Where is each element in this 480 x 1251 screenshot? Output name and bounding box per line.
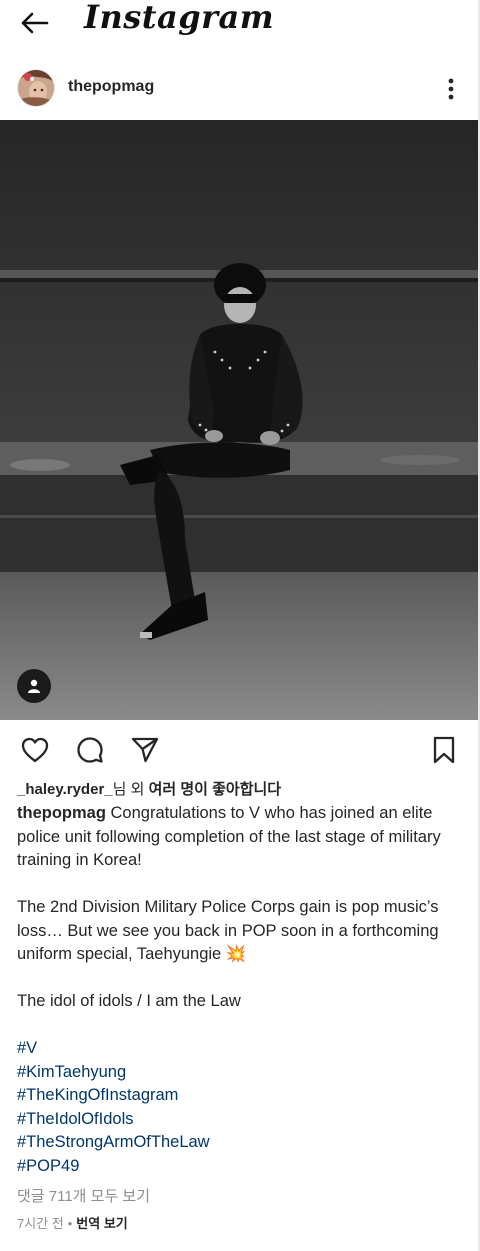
- caption-username[interactable]: thepopmag: [17, 804, 106, 822]
- hashtag-link[interactable]: #V: [17, 1037, 463, 1061]
- hashtag-link[interactable]: #TheStrongArmOfTheLaw: [17, 1131, 463, 1155]
- top-bar: Instagram: [0, 0, 480, 52]
- back-arrow-icon: [21, 12, 49, 34]
- avatar[interactable]: [17, 69, 55, 107]
- post-time: 7시간 전: [17, 1216, 64, 1231]
- save-button[interactable]: [426, 732, 462, 768]
- caption-paragraph-1: thepopmag Congratulations to V who has j…: [17, 804, 441, 869]
- hashtag-link[interactable]: #KimTaehyung: [17, 1061, 463, 1085]
- share-button[interactable]: [127, 732, 163, 768]
- heart-icon: [21, 737, 49, 763]
- post-meta: 7시간 전 • 번역 보기: [17, 1213, 128, 1232]
- comment-button[interactable]: [72, 732, 108, 768]
- likes-suffix-bold[interactable]: 여러 명이 좋아합니다: [149, 781, 282, 798]
- send-icon: [131, 737, 159, 763]
- hashtag-link[interactable]: #POP49: [17, 1155, 463, 1179]
- likes-summary[interactable]: _haley.ryder_님 외 여러 명이 좋아합니다: [17, 778, 281, 799]
- view-all-comments-link[interactable]: 댓글 711개 모두 보기: [17, 1185, 150, 1206]
- like-button[interactable]: [17, 732, 53, 768]
- hashtag-link[interactable]: #TheIdolOfIdols: [17, 1108, 463, 1132]
- comment-icon: [77, 737, 103, 763]
- meta-separator: •: [67, 1216, 73, 1231]
- instagram-logo: Instagram: [84, 0, 275, 36]
- bookmark-icon: [433, 736, 455, 764]
- person-tag-icon: [28, 679, 40, 693]
- post-username[interactable]: thepopmag: [68, 78, 154, 96]
- likes-suffix-plain: 님 외: [112, 781, 149, 798]
- tag-people-button[interactable]: [17, 669, 51, 703]
- translate-link[interactable]: 번역 보기: [76, 1216, 127, 1231]
- more-options-button[interactable]: [436, 74, 466, 104]
- post-header: thepopmag: [0, 64, 480, 114]
- liker-username[interactable]: _haley.ryder_: [17, 781, 113, 798]
- action-bar: [0, 728, 480, 772]
- caption-paragraph-2: The 2nd Division Military Police Corps g…: [17, 898, 439, 963]
- post-caption: thepopmag Congratulations to V who has j…: [17, 802, 463, 1178]
- caption-paragraph-3: The idol of idols / I am the Law: [17, 992, 241, 1010]
- more-vertical-icon: [448, 78, 454, 100]
- post-photo[interactable]: [0, 120, 480, 720]
- back-button[interactable]: [14, 6, 54, 40]
- hashtag-link[interactable]: #TheKingOfInstagram: [17, 1084, 463, 1108]
